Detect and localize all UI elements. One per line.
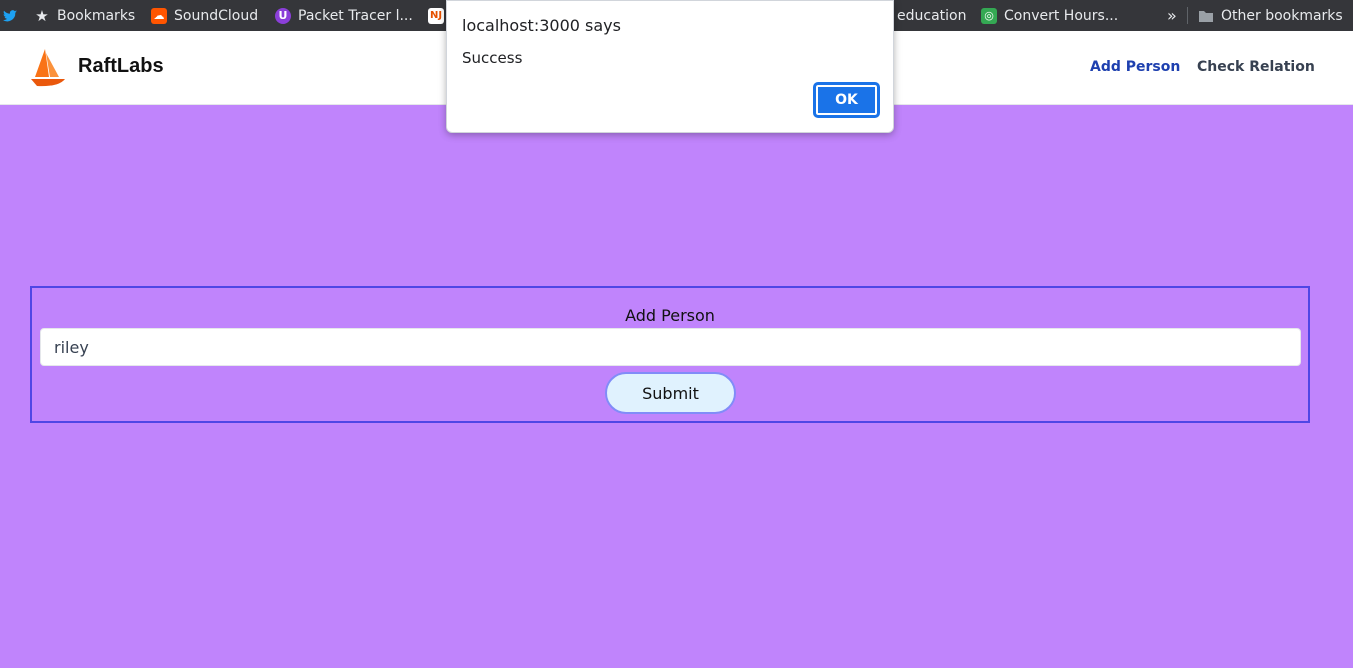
twitter-bookmark[interactable] <box>2 0 18 31</box>
add-person-form: Add Person Submit <box>30 286 1310 423</box>
bookmark-item-education[interactable]: education <box>897 0 966 31</box>
bookmarks-divider <box>1187 7 1188 24</box>
folder-icon <box>1199 10 1213 22</box>
bookmark-item-convert-hours[interactable]: ◎ Convert Hours... <box>981 0 1118 31</box>
ok-button[interactable]: OK <box>814 83 879 117</box>
submit-button[interactable]: Submit <box>605 372 736 414</box>
bookmark-item-bookmarks[interactable]: ★ Bookmarks <box>34 0 135 31</box>
brand-name: RaftLabs <box>78 55 164 77</box>
alert-dialog: localhost:3000 says Success OK <box>446 0 894 133</box>
bookmarks-overflow-button[interactable]: » <box>1167 0 1177 31</box>
soundcloud-icon: ☁ <box>151 7 167 24</box>
dialog-message: Success <box>462 49 523 67</box>
person-name-input[interactable] <box>40 328 1301 366</box>
bookmark-item-nj[interactable]: NJ <box>428 0 444 31</box>
dialog-title: localhost:3000 says <box>462 16 621 35</box>
nj-icon: NJ <box>428 7 444 24</box>
other-bookmarks-folder[interactable]: Other bookmarks <box>1198 0 1343 31</box>
nav-check-relation[interactable]: Check Relation <box>1197 59 1315 75</box>
bookmark-item-soundcloud[interactable]: ☁ SoundCloud <box>151 0 258 31</box>
raftlabs-logo-icon <box>31 49 65 87</box>
twitter-icon <box>3 9 17 21</box>
form-title: Add Person <box>625 306 715 325</box>
nav-add-person[interactable]: Add Person <box>1090 59 1180 75</box>
convert-icon: ◎ <box>981 7 997 24</box>
bookmark-item-packet-tracer[interactable]: U Packet Tracer l... <box>275 0 413 31</box>
packet-tracer-icon: U <box>275 7 291 24</box>
star-icon: ★ <box>35 6 49 25</box>
